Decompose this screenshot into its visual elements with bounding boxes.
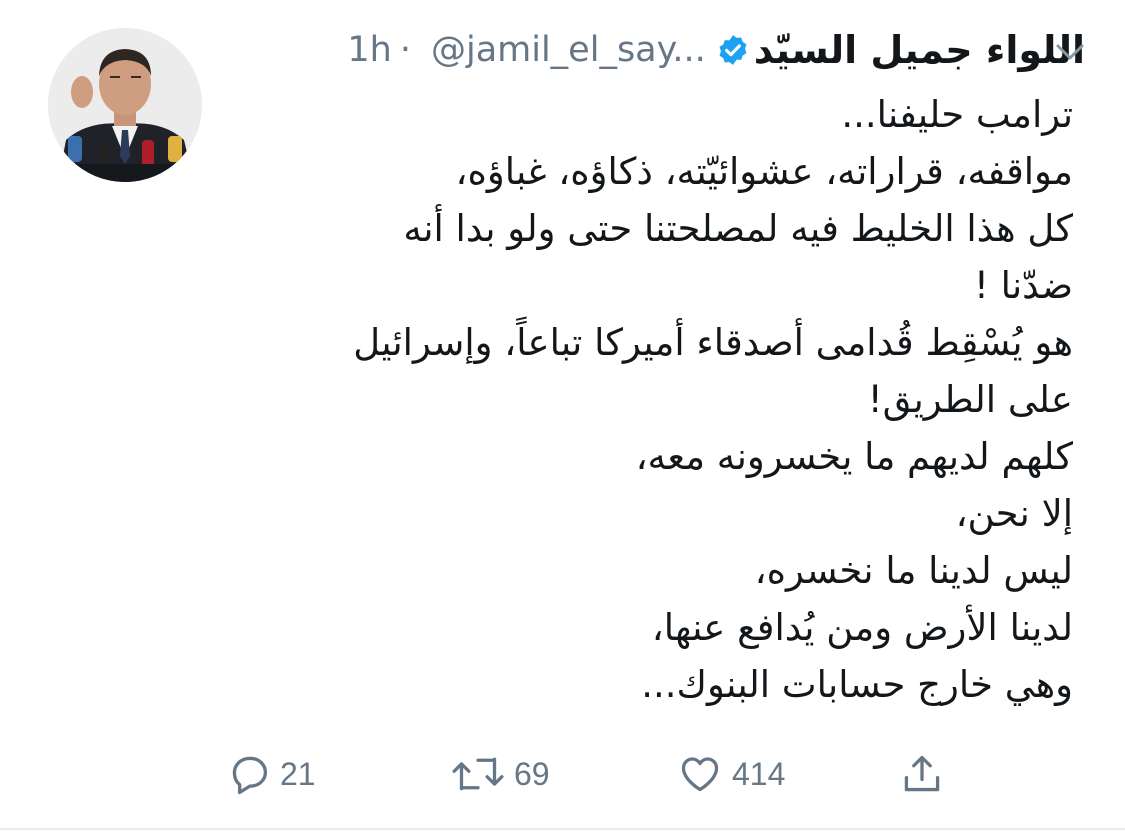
retweet-button[interactable]: 69 [450, 748, 550, 800]
tweet-timestamp[interactable]: 1h [347, 24, 391, 76]
share-icon [904, 755, 940, 792]
tweet-text-line: ضدّنا ! [973, 264, 1073, 307]
like-button[interactable]: 414 [676, 748, 785, 800]
tweet-text-line: مواقفه، قراراته، عشوائيّته، ذكاؤه، غباؤه… [455, 150, 1073, 193]
avatar[interactable] [48, 28, 202, 182]
author-display-name[interactable]: اللواء جميل السيّد [754, 24, 1085, 76]
author-handle[interactable]: @jamil_el_say... [431, 24, 706, 76]
chevron-down-icon[interactable] [1055, 42, 1085, 62]
tweet-header: اللواء جميل السيّد @jamil_el_say... · 1h [230, 24, 1085, 76]
tweet-text: ترامب حليفنا... مواقفه، قراراته، عشوائيّ… [243, 86, 1073, 713]
meta-separator: · [399, 30, 411, 70]
tweet-actions: 21 69 414 [228, 748, 968, 800]
verified-badge-icon [719, 35, 747, 65]
tweet-text-line: إلا نحن، [955, 492, 1073, 535]
tweet-text-line: وهي خارج حسابات البنوك... [641, 663, 1073, 706]
retweet-icon [452, 757, 504, 791]
reply-bubble-icon [232, 756, 268, 795]
tweet-text-line: لدينا الأرض ومن يُدافع عنها، [651, 606, 1073, 649]
tweet-text-line: كل هذا الخليط فيه لمصلحتنا حتى ولو بدا أ… [403, 207, 1073, 250]
tweet[interactable]: اللواء جميل السيّد @jamil_el_say... · 1h… [0, 0, 1125, 828]
tweet-text-line: على الطريق! [867, 378, 1073, 421]
like-count: 414 [732, 755, 786, 792]
share-button[interactable] [900, 748, 944, 800]
tweet-text-line: ترامب حليفنا... [841, 93, 1073, 136]
tweet-text-line: كلهم لديهم ما يخسرونه معه، [635, 435, 1073, 478]
reply-count: 21 [280, 755, 316, 792]
reply-button[interactable]: 21 [228, 748, 316, 800]
divider [0, 828, 1125, 830]
retweet-count: 69 [514, 755, 550, 792]
tweet-text-line: ليس لدينا ما نخسره، [754, 549, 1073, 592]
person-at-microphones-avatar-icon [48, 28, 202, 182]
tweet-text-line: هو يُسْقِط قُدامى أصدقاء أميركا تباعاً، … [353, 321, 1073, 364]
heart-icon [681, 757, 719, 792]
